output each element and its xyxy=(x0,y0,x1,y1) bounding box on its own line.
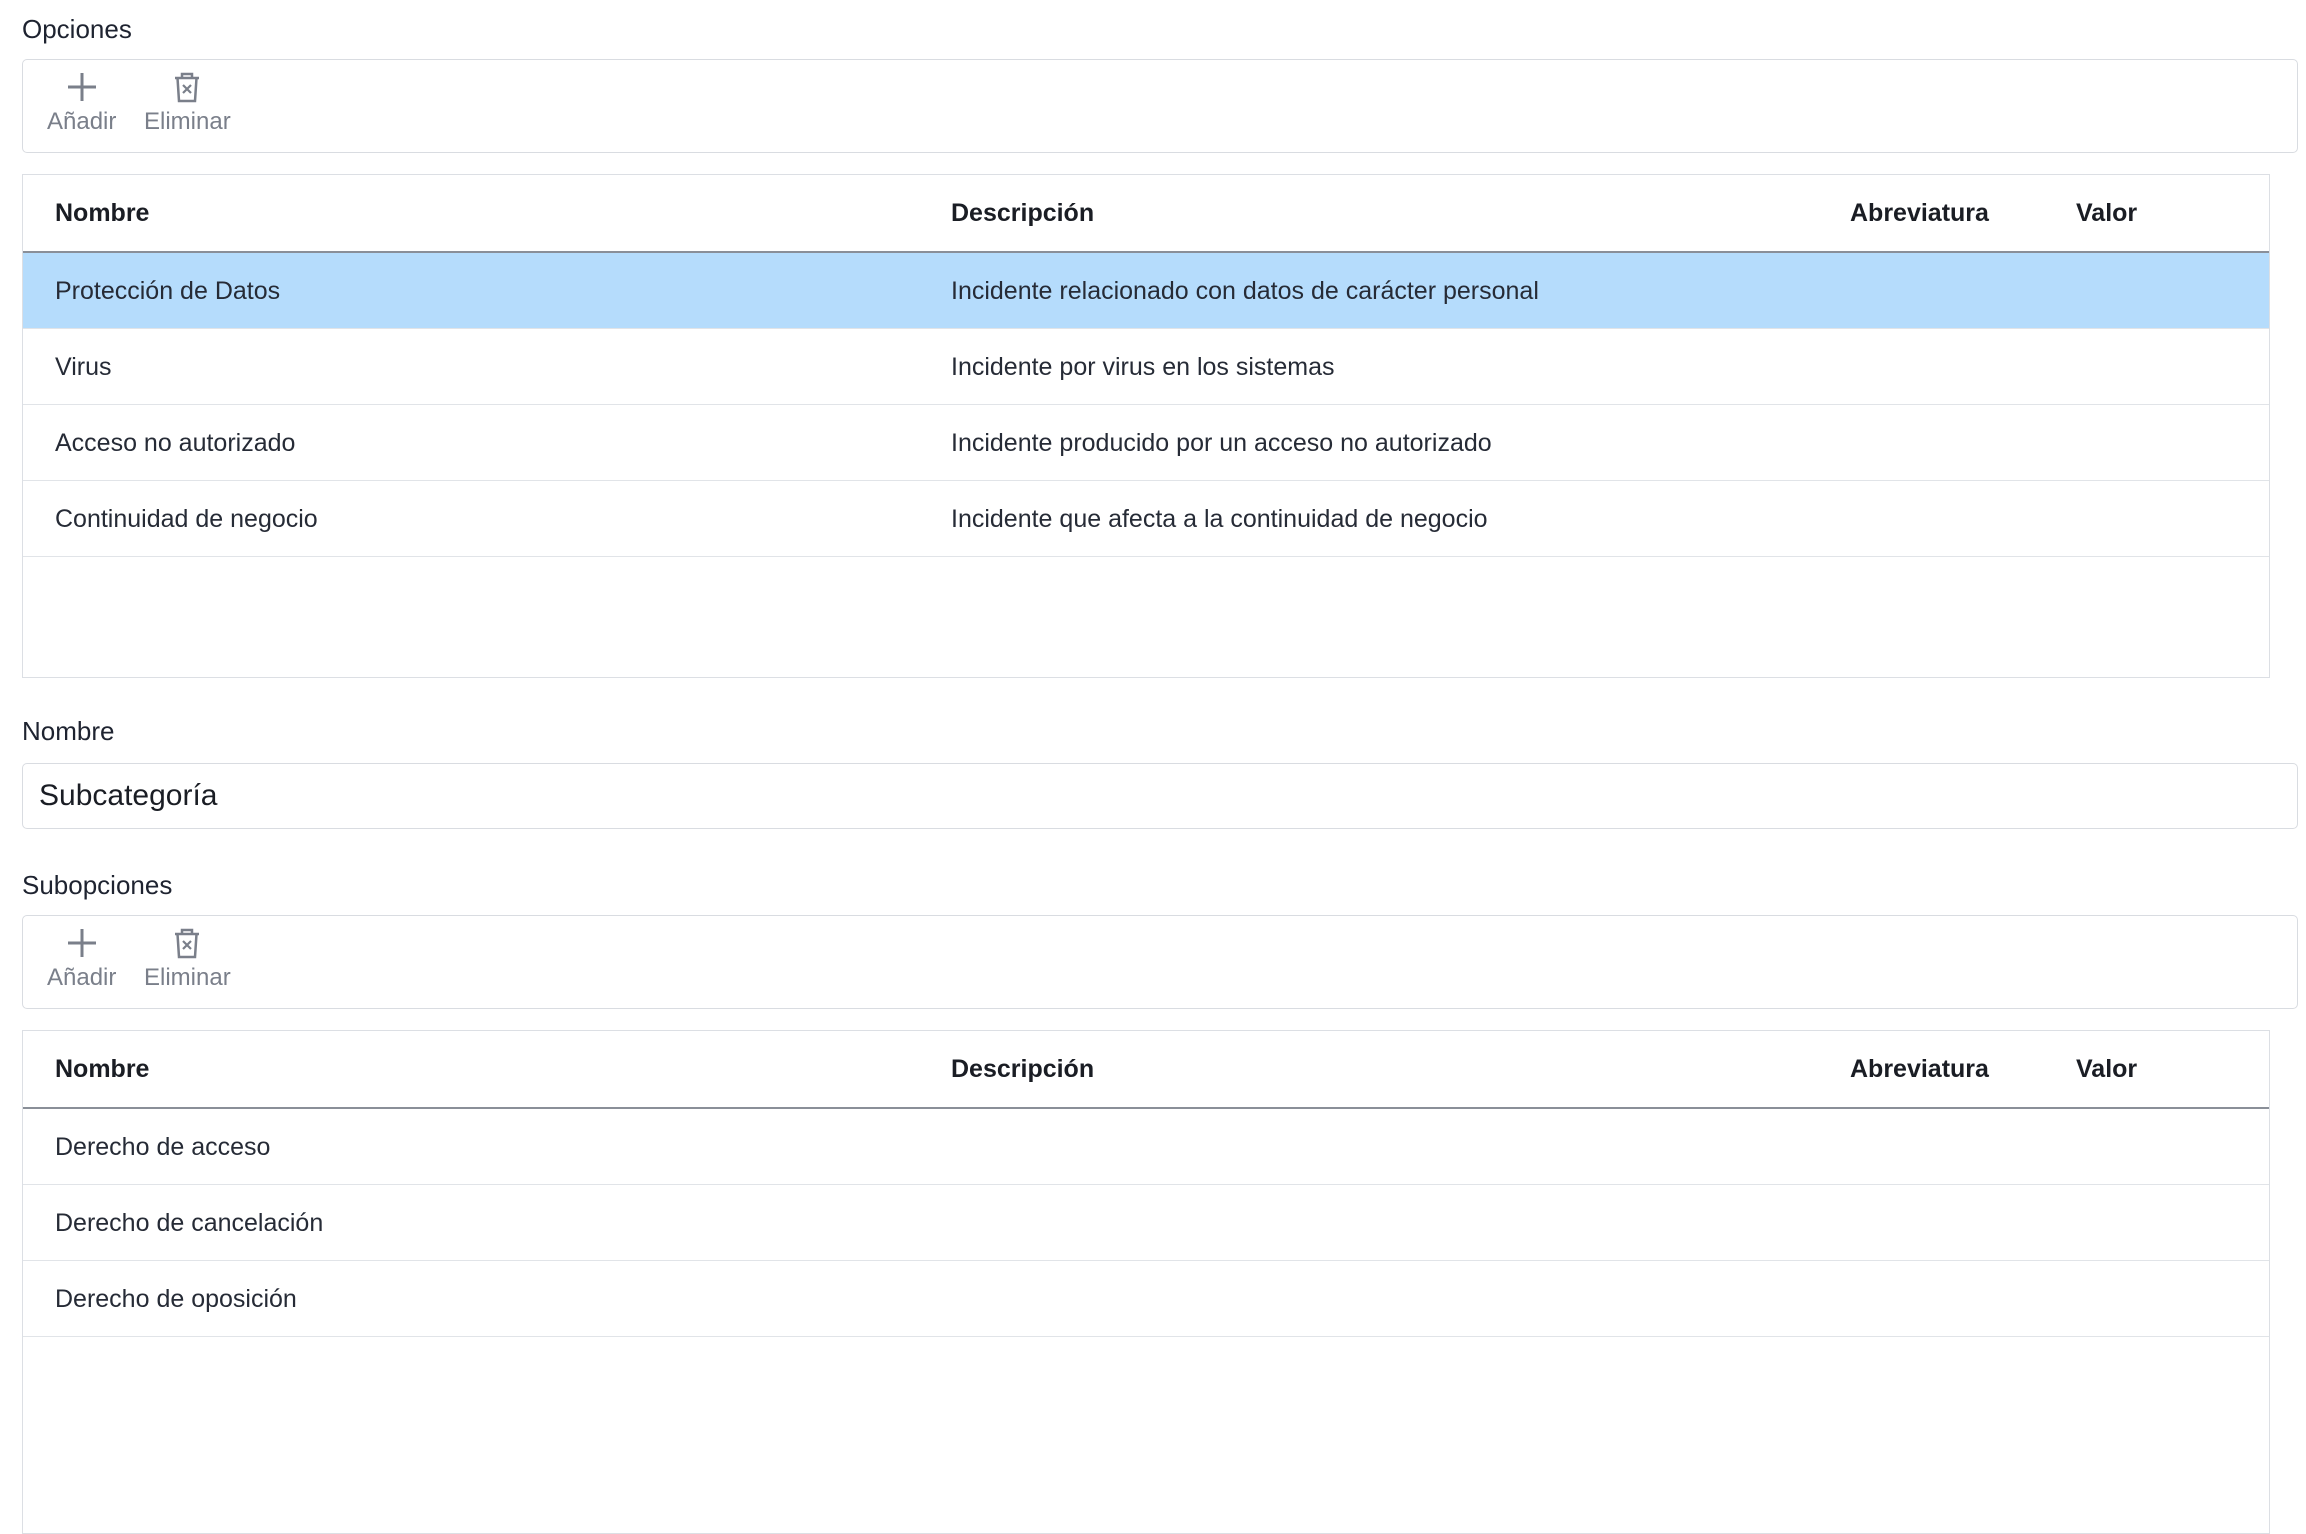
table-row[interactable]: Protección de Datos Incidente relacionad… xyxy=(23,253,2269,329)
column-header-nombre[interactable]: Nombre xyxy=(55,175,149,251)
cell-nombre: Derecho de cancelación xyxy=(55,1209,324,1237)
subopciones-label: Subopciones xyxy=(22,870,173,900)
trash-icon xyxy=(170,926,204,960)
cell-nombre: Derecho de oposición xyxy=(55,1285,297,1313)
subopciones-delete-button[interactable]: Eliminar xyxy=(144,926,231,992)
cell-nombre: Virus xyxy=(55,353,112,381)
opciones-toolbar: Añadir Eliminar xyxy=(22,59,2298,153)
table-row[interactable]: Virus Incidente por virus en los sistema… xyxy=(23,329,2269,405)
table-row[interactable]: Acceso no autorizado Incidente producido… xyxy=(23,405,2269,481)
delete-label: Eliminar xyxy=(144,964,231,991)
subopciones-table: Nombre Descripción Abreviatura Valor Der… xyxy=(22,1030,2270,1534)
nombre-field-label: Nombre xyxy=(22,716,115,746)
cell-descripcion: Incidente relacionado con datos de carác… xyxy=(951,277,1539,305)
opciones-delete-button[interactable]: Eliminar xyxy=(144,70,231,136)
cell-nombre: Acceso no autorizado xyxy=(55,429,296,457)
column-header-valor[interactable]: Valor xyxy=(2076,1031,2137,1107)
opciones-add-button[interactable]: Añadir xyxy=(47,70,116,136)
cell-nombre: Derecho de acceso xyxy=(55,1133,271,1161)
cell-nombre: Protección de Datos xyxy=(55,277,281,305)
table-row[interactable]: Derecho de acceso xyxy=(23,1109,2269,1185)
column-header-abreviatura[interactable]: Abreviatura xyxy=(1850,175,1989,251)
cell-nombre: Continuidad de negocio xyxy=(55,505,318,533)
cell-descripcion: Incidente por virus en los sistemas xyxy=(951,353,1335,381)
column-header-valor[interactable]: Valor xyxy=(2076,175,2137,251)
add-label: Añadir xyxy=(47,108,117,135)
table-header: Nombre Descripción Abreviatura Valor xyxy=(23,175,2269,253)
column-header-nombre[interactable]: Nombre xyxy=(55,1031,149,1107)
plus-icon xyxy=(65,926,99,960)
table-row[interactable]: Derecho de cancelación xyxy=(23,1185,2269,1261)
column-header-descripcion[interactable]: Descripción xyxy=(951,1031,1094,1107)
table-header: Nombre Descripción Abreviatura Valor xyxy=(23,1031,2269,1109)
table-row[interactable]: Derecho de oposición xyxy=(23,1261,2269,1337)
add-label: Añadir xyxy=(47,964,117,991)
opciones-table: Nombre Descripción Abreviatura Valor Pro… xyxy=(22,174,2270,678)
subopciones-add-button[interactable]: Añadir xyxy=(47,926,116,992)
cell-descripcion: Incidente que afecta a la continuidad de… xyxy=(951,505,1488,533)
trash-icon xyxy=(170,70,204,104)
delete-label: Eliminar xyxy=(144,108,231,135)
cell-descripcion: Incidente producido por un acceso no aut… xyxy=(951,429,1492,457)
column-header-descripcion[interactable]: Descripción xyxy=(951,175,1094,251)
nombre-input[interactable] xyxy=(22,763,2298,829)
plus-icon xyxy=(65,70,99,104)
column-header-abreviatura[interactable]: Abreviatura xyxy=(1850,1031,1989,1107)
opciones-label: Opciones xyxy=(22,14,132,44)
table-row[interactable]: Continuidad de negocio Incidente que afe… xyxy=(23,481,2269,557)
subopciones-toolbar: Añadir Eliminar xyxy=(22,915,2298,1009)
